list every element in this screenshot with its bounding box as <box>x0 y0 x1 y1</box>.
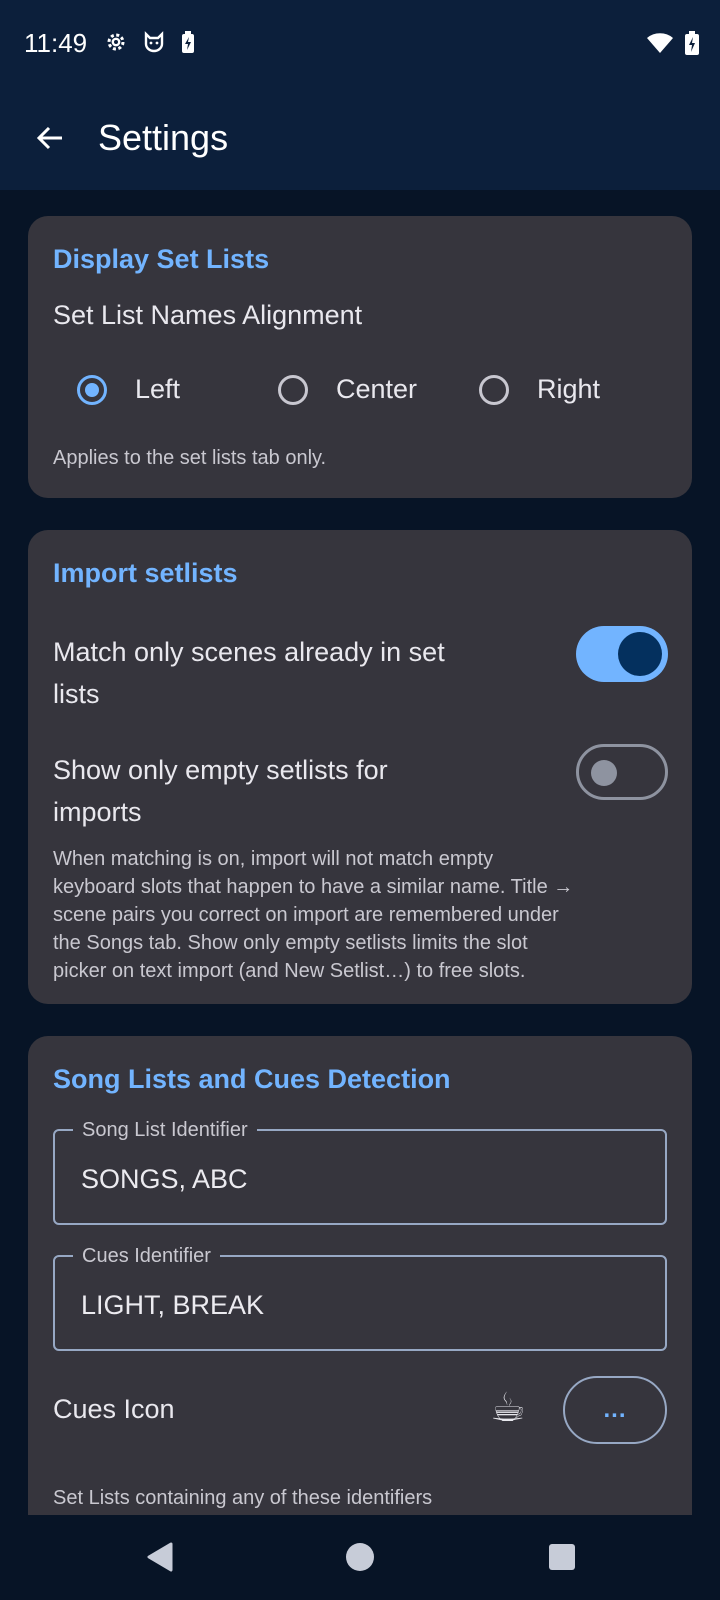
nav-recents-button[interactable] <box>540 1535 584 1579</box>
back-triangle-icon <box>147 1542 173 1572</box>
radio-button-right[interactable] <box>479 374 509 405</box>
song-list-identifier-field[interactable]: Song List Identifier SONGS, ABC <box>53 1118 667 1225</box>
settings-content[interactable]: Display Set Lists Set List Names Alignme… <box>0 190 720 1515</box>
match-scenes-label: Match only scenes already in set lists <box>53 631 445 715</box>
cues-identifier-label: Cues Identifier <box>73 1244 220 1268</box>
cat-icon <box>144 31 164 53</box>
radio-button-center[interactable] <box>278 374 308 405</box>
recents-square-icon <box>549 1544 575 1570</box>
gear-icon <box>107 33 125 51</box>
page-title: Settings <box>98 117 229 158</box>
status-icons-right <box>646 30 700 56</box>
cues-identifier-input[interactable]: LIGHT, BREAK <box>81 1289 264 1321</box>
radio-option-right[interactable]: Right <box>479 374 600 405</box>
import-setlists-card: Import setlists Match only scenes alread… <box>28 530 692 1004</box>
song-section-help-text: Set Lists containing any of these identi… <box>53 1487 433 1509</box>
battery-saver-icon <box>182 31 194 53</box>
import-help-line: keyboard slots that happen to have a sim… <box>53 876 574 898</box>
display-set-lists-card: Display Set Lists Set List Names Alignme… <box>28 216 692 498</box>
cues-identifier-field[interactable]: Cues Identifier LIGHT, BREAK <box>53 1244 667 1351</box>
section-title-display: Display Set Lists <box>53 244 270 274</box>
cues-icon-label: Cues Icon <box>53 1394 175 1424</box>
status-bar: 11:49 <box>0 0 720 90</box>
import-help-line: scene pairs you correct on import are re… <box>53 904 559 926</box>
radio-button-left[interactable] <box>77 374 107 405</box>
import-help-line: picker on text import (and New Setlist…)… <box>53 960 526 982</box>
song-list-identifier-label: Song List Identifier <box>73 1118 257 1142</box>
radio-label-left: Left <box>135 374 181 404</box>
app-bar: Settings <box>0 90 720 190</box>
import-help-text: When matching is on, import will not mat… <box>53 845 573 985</box>
system-nav-bar <box>0 1515 720 1600</box>
match-scenes-label-line2: lists <box>53 679 100 709</box>
status-time: 11:49 <box>24 28 88 58</box>
empty-setlists-label-line2: imports <box>53 797 142 827</box>
radio-label-right: Right <box>537 374 601 404</box>
switch-thumb <box>591 760 617 786</box>
empty-setlists-label-line1: Show only empty setlists for <box>53 755 388 785</box>
nav-back-button[interactable] <box>138 1535 182 1579</box>
coffee-icon: ☕ <box>490 1386 526 1430</box>
display-help-text: Applies to the set lists tab only. <box>53 447 327 469</box>
empty-setlists-switch[interactable] <box>576 744 668 800</box>
status-icons-left <box>104 30 196 54</box>
radio-label-center: Center <box>336 374 418 404</box>
empty-setlists-label: Show only empty setlists for imports <box>53 749 388 833</box>
home-circle-icon <box>346 1543 374 1571</box>
import-help-line: the Songs tab. Show only empty setlists … <box>53 932 528 954</box>
song-list-identifier-input[interactable]: SONGS, ABC <box>81 1163 248 1195</box>
radio-option-left[interactable]: Left <box>77 374 180 405</box>
match-scenes-switch[interactable] <box>576 626 668 682</box>
section-title-song-lists: Song Lists and Cues Detection <box>53 1064 451 1094</box>
alignment-label: Set List Names Alignment <box>53 300 363 330</box>
song-lists-cues-card: Song Lists and Cues Detection Song List … <box>28 1036 692 1515</box>
arrow-back-icon <box>36 126 62 150</box>
radio-option-center[interactable]: Center <box>278 374 417 405</box>
match-scenes-label-line1: Match only scenes already in set <box>53 637 445 667</box>
choose-icon-button[interactable]: ... <box>563 1376 667 1444</box>
section-title-import: Import setlists <box>53 558 238 588</box>
wifi-icon <box>647 33 673 53</box>
back-button[interactable] <box>26 114 74 162</box>
nav-home-button[interactable] <box>338 1535 382 1579</box>
import-help-line: When matching is on, import will not mat… <box>53 848 494 870</box>
battery-charging-icon <box>685 31 699 55</box>
switch-thumb <box>618 632 662 676</box>
